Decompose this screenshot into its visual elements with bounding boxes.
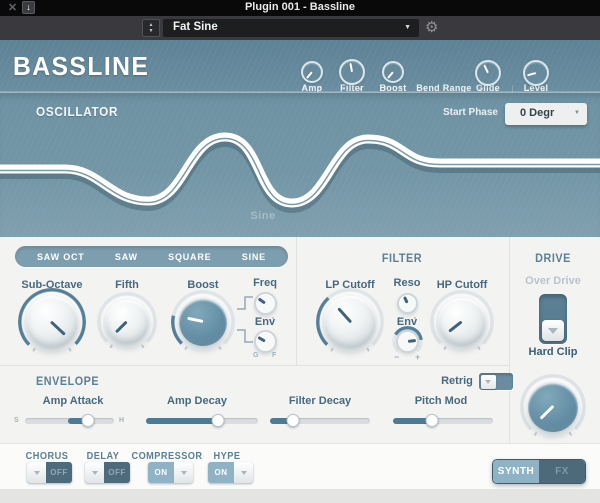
velocity-boost-knob[interactable]	[382, 61, 404, 83]
fx-bar: CHORUS OFF DELAY OFF COMPRESSOR ON HYPE …	[0, 443, 600, 489]
freq-knob[interactable]	[254, 292, 277, 315]
toggle-state: OFF	[46, 462, 72, 483]
osc-env-knob[interactable]	[254, 330, 277, 353]
toggle-handle[interactable]	[234, 462, 253, 483]
slider-handle[interactable]	[287, 414, 300, 427]
toggle-handle[interactable]	[27, 462, 46, 483]
chevron-down-icon	[92, 471, 98, 475]
toggle-state: ON	[208, 462, 234, 483]
slider-handle[interactable]	[82, 414, 95, 427]
preset-name: Fat Sine	[173, 21, 218, 33]
pitch-mod-label: Pitch Mod	[391, 395, 491, 407]
glide-knob[interactable]	[475, 60, 501, 86]
hype-label: HYPE	[190, 451, 264, 462]
toggle-handle[interactable]	[481, 375, 496, 389]
preset-spinner[interactable]: ▲ ▼	[142, 19, 160, 37]
filter-env-knob[interactable]	[396, 330, 419, 353]
start-phase-value: 0 Degr	[520, 107, 554, 119]
velocity-filter-knob[interactable]	[339, 59, 365, 85]
freq-label: Freq	[225, 277, 305, 289]
start-phase-caret-icon: ▼	[574, 110, 580, 116]
toggle-state: OFF	[104, 462, 130, 483]
pitch-mod-slider[interactable]	[393, 418, 493, 424]
toggle-handle[interactable]	[174, 462, 193, 483]
preset-bar: ▲ ▼ Fat Sine ▼ ⚙	[0, 16, 600, 40]
title-bar: ✕ ↓ Plugin 001 - Bassline	[0, 0, 600, 16]
reso-knob[interactable]	[397, 293, 418, 314]
gear-icon[interactable]: ⚙	[425, 18, 438, 36]
level-knob[interactable]	[523, 60, 549, 86]
amp-attack-slider[interactable]	[25, 418, 114, 424]
synth-fx-switch: SYNTH FX	[492, 459, 586, 484]
wave-tab-square[interactable]: SQUARE	[168, 252, 211, 262]
tab-fx[interactable]: FX	[539, 460, 585, 483]
osc-boost-knob[interactable]	[179, 298, 227, 346]
compressor-toggle[interactable]: ON	[148, 462, 193, 483]
plugin-header: BASSLINE VELOCITY CONTROL Amp Filter Boo…	[0, 40, 600, 92]
envelope-title: ENVELOPE	[36, 374, 99, 388]
hp-cutoff-knob[interactable]	[438, 298, 486, 346]
oscillator-title: OSCILLATOR	[36, 104, 118, 119]
hard-clip-label: Hard Clip	[503, 346, 600, 358]
env-plus-label: +	[415, 352, 420, 362]
wave-tab-saw[interactable]: SAW	[115, 252, 138, 262]
velocity-amp-knob[interactable]	[301, 61, 323, 83]
filter-decay-slider[interactable]	[270, 418, 370, 424]
attack-max-label: H	[119, 417, 124, 424]
window-title: Plugin 001 - Bassline	[0, 1, 600, 13]
fifth-knob[interactable]	[105, 300, 149, 344]
chevron-down-icon	[34, 471, 40, 475]
toggle-handle[interactable]	[85, 462, 104, 483]
slider-handle[interactable]	[426, 414, 439, 427]
drive-knob[interactable]	[528, 382, 578, 432]
panel-divider	[0, 365, 509, 366]
toggle-state: ON	[148, 462, 174, 483]
delay-label: DELAY	[66, 451, 140, 462]
amp-attack-label: Amp Attack	[23, 395, 123, 407]
main-panel: SAW OCT SAW SQUARE SINE Sub-Octave Fifth…	[0, 237, 600, 443]
retrig-toggle[interactable]	[479, 373, 513, 390]
hype-toggle[interactable]: ON	[208, 462, 253, 483]
over-drive-label: Over Drive	[503, 275, 600, 287]
slider-handle[interactable]	[211, 414, 224, 427]
chorus-toggle[interactable]: OFF	[27, 462, 72, 483]
switch-handle[interactable]	[542, 320, 564, 341]
slider-fill	[146, 418, 218, 424]
chevron-down-icon	[181, 471, 187, 475]
tab-synth[interactable]: SYNTH	[493, 460, 539, 483]
drive-title: DRIVE	[508, 251, 598, 265]
preset-dropdown[interactable]: Fat Sine ▼	[163, 19, 419, 37]
plugin-window: ✕ ↓ Plugin 001 - Bassline ▲ ▼ Fat Sine ▼…	[0, 0, 600, 503]
wave-shape-selector: SAW OCT SAW SQUARE SINE	[15, 246, 288, 267]
filter-title: FILTER	[357, 251, 447, 265]
filter-decay-label: Filter Decay	[270, 395, 370, 407]
env-max-label: F	[272, 352, 276, 359]
spinner-up-icon[interactable]: ▲	[149, 23, 154, 28]
env-min-label: G	[253, 352, 258, 359]
spinner-down-icon[interactable]: ▼	[149, 29, 154, 34]
panel-divider	[509, 237, 510, 443]
drive-mode-switch[interactable]	[539, 294, 567, 344]
delay-toggle[interactable]: OFF	[85, 462, 130, 483]
amp-decay-slider[interactable]	[146, 418, 258, 424]
attack-min-label: S	[14, 417, 19, 424]
start-phase-dropdown[interactable]: 0 Degr ▼	[505, 103, 587, 125]
wave-tab-sine[interactable]: SINE	[242, 252, 266, 262]
env-minus-label: −	[394, 352, 399, 362]
chevron-down-icon	[548, 328, 558, 334]
wave-name: Sine	[213, 210, 313, 222]
osc-env-label: Env	[225, 316, 305, 328]
bassline-logo: BASSLINE	[13, 51, 149, 82]
oscillator-display: OSCILLATOR Start Phase 0 Degr ▼ Sine	[0, 92, 600, 237]
sub-octave-knob[interactable]	[26, 296, 78, 348]
chevron-down-icon	[241, 471, 247, 475]
amp-decay-label: Amp Decay	[147, 395, 247, 407]
dropdown-caret-icon: ▼	[404, 24, 411, 31]
window-bottom-edge	[0, 489, 600, 503]
panel-divider	[296, 237, 297, 365]
chevron-down-icon	[485, 380, 491, 384]
wave-tab-saw-oct[interactable]: SAW OCT	[37, 252, 85, 262]
start-phase-label: Start Phase	[443, 107, 498, 118]
